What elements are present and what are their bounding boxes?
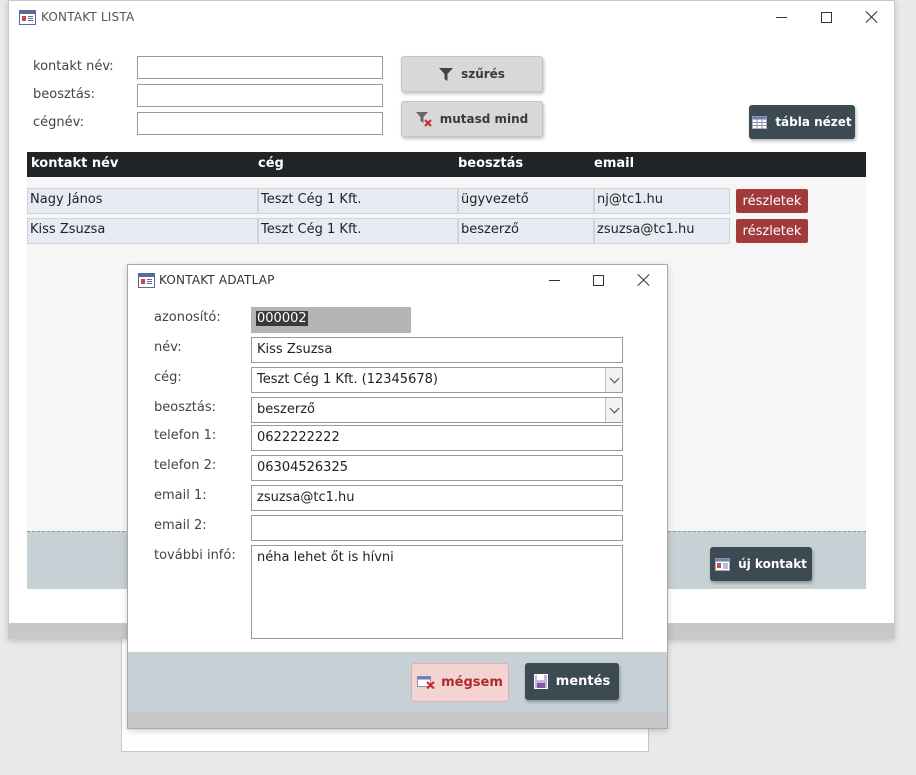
contact-detail-dialog: KONTAKT ADATLAP azonosító: 000002 név: K…: [127, 264, 668, 729]
filter-button[interactable]: szűrés: [401, 56, 543, 92]
details-button[interactable]: részletek: [736, 219, 808, 243]
table-view-button-label: tábla nézet: [775, 115, 852, 129]
position-filter-input[interactable]: [137, 84, 383, 107]
email2-label: email 2:: [154, 518, 207, 533]
id-label: azonosító:: [154, 310, 221, 325]
form-icon: [138, 273, 155, 288]
header-contact-name: kontakt név: [31, 156, 119, 171]
company-dropdown-arrow[interactable]: [605, 368, 622, 392]
header-email: email: [594, 156, 635, 171]
dialog-maximize-button[interactable]: [582, 268, 614, 292]
table-row: Kiss Zsuzsa Teszt Cég 1 Kft. beszerző zs…: [27, 218, 866, 246]
main-titlebar: KONTAKT LISTA: [9, 1, 894, 33]
new-contact-button-label: új kontakt: [738, 557, 807, 571]
phone2-field[interactable]: 06304526325: [251, 455, 623, 481]
email1-label: email 1:: [154, 488, 207, 503]
table-row: Nagy János Teszt Cég 1 Kft. ügyvezető nj…: [27, 188, 866, 216]
save-button-label: mentés: [555, 674, 611, 689]
company-name-filter-input[interactable]: [137, 112, 383, 135]
header-position: beosztás: [458, 156, 524, 171]
form-icon: [19, 10, 36, 25]
chevron-down-icon: [609, 373, 619, 383]
position-label: beosztás:: [154, 400, 217, 415]
cell-company[interactable]: Teszt Cég 1 Kft.: [258, 188, 458, 214]
company-name-label: cégnév:: [33, 115, 84, 130]
minimize-icon: [548, 279, 560, 281]
close-button[interactable]: [856, 5, 888, 29]
details-button[interactable]: részletek: [736, 189, 808, 213]
header-company: cég: [258, 156, 284, 171]
table-header: kontakt név cég beosztás email: [27, 152, 866, 177]
maximize-button[interactable]: [810, 5, 842, 29]
maximize-icon: [592, 274, 604, 286]
table-icon: [752, 115, 768, 129]
id-field: 000002: [251, 307, 411, 333]
main-window-title: KONTAKT LISTA: [41, 10, 135, 24]
dialog-cancel-button[interactable]: mégsem: [411, 663, 509, 702]
dialog-bottom-bar: [128, 712, 667, 728]
cell-contact-name[interactable]: Nagy János: [27, 188, 258, 214]
contact-name-label: kontakt név:: [33, 59, 114, 74]
filter-button-label: szűrés: [461, 67, 505, 81]
close-icon: [866, 11, 878, 23]
position-label: beosztás:: [33, 87, 96, 102]
show-all-button[interactable]: mutasd mind: [401, 101, 543, 137]
table-view-button[interactable]: tábla nézet: [749, 105, 855, 139]
phone1-field[interactable]: 0622222222: [251, 425, 623, 451]
position-combobox-value: beszerző: [257, 402, 315, 417]
dialog-title: KONTAKT ADATLAP: [159, 273, 275, 287]
save-icon: [533, 674, 548, 689]
further-info-textarea[interactable]: néha lehet őt is hívni: [251, 545, 623, 639]
new-contact-button[interactable]: új kontakt: [710, 547, 812, 581]
cancel-icon: [417, 676, 435, 689]
dialog-close-button[interactable]: [628, 268, 660, 292]
form-icon: [715, 557, 731, 571]
cell-email[interactable]: zsuzsa@tc1.hu: [594, 218, 730, 244]
position-combobox[interactable]: beszerző: [251, 397, 623, 423]
dialog-minimize-button[interactable]: [538, 268, 570, 292]
phone1-label: telefon 1:: [154, 428, 217, 443]
id-value: 000002: [256, 311, 308, 326]
cell-position[interactable]: ügyvezető: [458, 188, 594, 214]
contact-name-filter-input[interactable]: [137, 56, 383, 79]
cell-contact-name[interactable]: Kiss Zsuzsa: [27, 218, 258, 244]
name-label: név:: [154, 340, 182, 355]
clear-filter-icon: [415, 111, 432, 127]
company-combobox-value: Teszt Cég 1 Kft. (12345678): [257, 372, 438, 387]
dialog-titlebar: KONTAKT ADATLAP: [128, 265, 667, 297]
email1-field[interactable]: zsuzsa@tc1.hu: [251, 485, 623, 511]
show-all-button-label: mutasd mind: [439, 112, 529, 126]
phone2-label: telefon 2:: [154, 458, 217, 473]
cancel-button-label: mégsem: [441, 675, 503, 690]
dialog-save-button[interactable]: mentés: [525, 663, 619, 700]
company-combobox[interactable]: Teszt Cég 1 Kft. (12345678): [251, 367, 623, 393]
chevron-down-icon: [609, 403, 619, 413]
email2-field[interactable]: [251, 515, 623, 541]
close-icon: [638, 274, 650, 286]
position-dropdown-arrow[interactable]: [605, 398, 622, 422]
cell-email[interactable]: nj@tc1.hu: [594, 188, 730, 214]
maximize-icon: [820, 11, 832, 23]
minimize-icon: [775, 16, 787, 18]
cell-company[interactable]: Teszt Cég 1 Kft.: [258, 218, 458, 244]
company-label: cég:: [154, 370, 182, 385]
funnel-icon: [439, 67, 454, 81]
cell-position[interactable]: beszerző: [458, 218, 594, 244]
minimize-button[interactable]: [765, 5, 797, 29]
further-info-label: további infó:: [154, 548, 236, 563]
name-field[interactable]: Kiss Zsuzsa: [251, 337, 623, 363]
